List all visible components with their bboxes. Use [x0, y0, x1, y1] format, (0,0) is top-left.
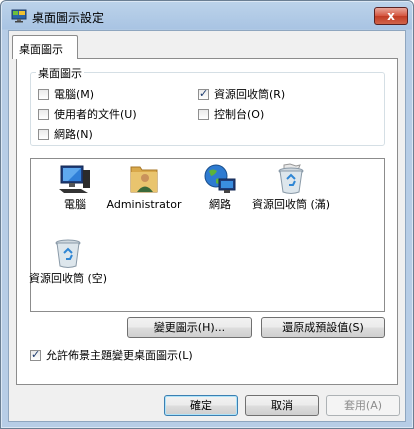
title-bar[interactable]: 桌面圖示設定 x	[1, 1, 413, 31]
checkbox-label: 資源回收筒(R)	[214, 88, 286, 101]
checkbox-box[interactable]	[30, 348, 41, 361]
checkbox-network[interactable]: 網路(N)	[38, 126, 93, 142]
checkbox-box[interactable]	[38, 108, 49, 120]
checkbox-control-panel[interactable]: 控制台(O)	[198, 106, 264, 122]
computer-icon	[35, 163, 115, 195]
close-icon: x	[387, 9, 395, 23]
icon-item-network[interactable]: 網路	[180, 163, 260, 211]
group-label: 桌面圖示	[36, 65, 84, 81]
icon-label: 電腦	[64, 198, 86, 211]
recycle-bin-empty-icon	[28, 237, 108, 269]
checkbox-recycle-bin[interactable]: 資源回收筒(R)	[198, 86, 285, 102]
checkbox-allow-theme-change[interactable]: 允許佈景主題變更桌面圖示(L)	[30, 347, 193, 363]
ok-button[interactable]: 確定	[164, 395, 238, 416]
checkbox-label: 電腦(M)	[54, 88, 95, 101]
checkbox-box[interactable]	[198, 108, 209, 120]
cancel-button[interactable]: 取消	[245, 395, 319, 416]
apply-button[interactable]: 套用(A)	[326, 395, 400, 416]
checkbox-label: 控制台(O)	[214, 108, 265, 121]
tab-label: 桌面圖示	[19, 43, 63, 56]
checkbox-label: 使用者的文件(U)	[54, 108, 137, 121]
checkbox-box[interactable]	[38, 128, 49, 140]
icon-item-recycle-bin-full[interactable]: 資源回收筒 (滿)	[251, 163, 331, 211]
icon-label: Administrator	[106, 198, 182, 211]
recycle-bin-full-icon	[251, 163, 331, 195]
network-icon	[180, 163, 260, 195]
checkbox-label: 允許佈景主題變更桌面圖示(L)	[46, 349, 193, 362]
icon-label: 資源回收筒 (空)	[28, 272, 108, 285]
icon-item-computer[interactable]: 電腦	[35, 163, 115, 211]
icon-label: 網路	[209, 198, 231, 211]
close-button[interactable]: x	[374, 7, 408, 25]
checkbox-computer[interactable]: 電腦(M)	[38, 86, 94, 102]
tab-desktop-icons[interactable]: 桌面圖示	[12, 35, 78, 59]
checkbox-box[interactable]	[38, 88, 49, 100]
desktop-settings-icon	[11, 9, 27, 23]
restore-default-button[interactable]: 還原成預設值(S)	[261, 317, 385, 338]
icon-item-recycle-bin-empty[interactable]: 資源回收筒 (空)	[28, 237, 108, 285]
window-title: 桌面圖示設定	[32, 11, 105, 25]
change-icon-button[interactable]: 變更圖示(H)...	[127, 317, 252, 338]
checkbox-box[interactable]	[198, 87, 209, 100]
icon-item-administrator[interactable]: Administrator	[104, 163, 184, 211]
icon-label: 資源回收筒 (滿)	[251, 198, 331, 211]
checkbox-label: 網路(N)	[54, 128, 93, 141]
checkbox-user-documents[interactable]: 使用者的文件(U)	[38, 106, 137, 122]
user-folder-icon	[104, 163, 184, 195]
